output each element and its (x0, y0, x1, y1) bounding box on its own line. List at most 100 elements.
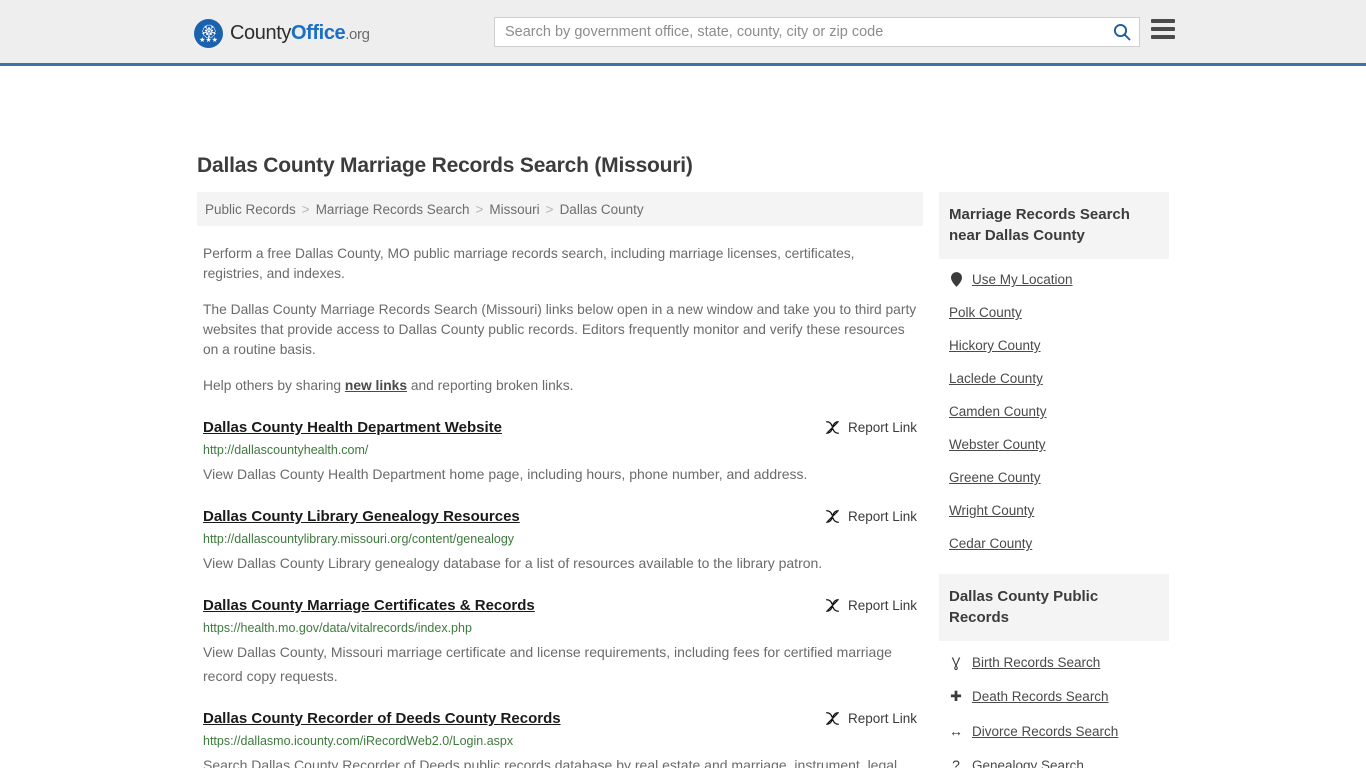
sidebar-record-item[interactable]: ↔ Divorce Records Search (939, 714, 1169, 748)
sidebar-nearby-link[interactable]: Use My Location (972, 272, 1073, 287)
intro-p3-before: Help others by sharing (203, 378, 345, 393)
sidebar-nearby-item[interactable]: Webster County (939, 428, 1169, 461)
sidebar-record-link[interactable]: Birth Records Search (972, 655, 1100, 670)
sidebar-nearby-link[interactable]: Laclede County (949, 371, 1043, 386)
report-link-label: Report Link (847, 711, 917, 726)
sidebar-record-item[interactable]: ? Genealogy Search (939, 748, 1169, 768)
site-header: 🏵 ★★★ CountyOffice.org (0, 0, 1366, 66)
broken-link-icon (826, 510, 839, 523)
sidebar-nearby-item[interactable]: Greene County (939, 461, 1169, 494)
result-item: Dallas County Recorder of Deeds County R… (203, 709, 917, 768)
intro-p3-after: and reporting broken links. (407, 378, 574, 393)
report-link-button[interactable]: Report Link (824, 596, 917, 614)
report-link-button[interactable]: Report Link (824, 709, 917, 727)
split-arrows-icon: ↔ (949, 723, 963, 739)
report-link-button[interactable]: Report Link (824, 507, 917, 525)
logo-text: CountyOffice.org (230, 22, 370, 45)
logo-text-org: .org (345, 26, 370, 43)
baby-icon: Ɣ (951, 654, 961, 670)
sidebar-nearby-link[interactable]: Greene County (949, 470, 1041, 485)
result-url: https://dallasmo.icounty.com/iRecordWeb2… (203, 734, 514, 748)
intro-paragraph-2: The Dallas County Marriage Records Searc… (203, 302, 917, 357)
sidebar-nearby-item[interactable]: Laclede County (939, 362, 1169, 395)
sidebar-nearby-list: Use My Location Polk County Hickory County… (939, 259, 1169, 560)
sidebar-public-records-heading: Dallas County Public Records (939, 574, 1169, 641)
sidebar-record-item[interactable]: ✚ Death Records Search (939, 679, 1169, 714)
sidebar-record-item[interactable]: Ɣ Birth Records Search (939, 645, 1169, 679)
sidebar-record-link[interactable]: Genealogy Search (972, 758, 1084, 768)
sidebar-nearby-link[interactable]: Camden County (949, 404, 1047, 419)
search-input[interactable] (495, 18, 1105, 46)
result-description: View Dallas County, Missouri marriage ce… (203, 644, 892, 684)
sidebar-nearby-item[interactable]: Wright County (939, 494, 1169, 527)
search-icon (1113, 23, 1131, 41)
intro-text: Perform a free Dallas County, MO public … (197, 244, 923, 396)
search-button[interactable] (1105, 18, 1139, 46)
report-link-label: Report Link (847, 598, 917, 613)
breadcrumb-item-2[interactable]: Missouri (489, 202, 539, 217)
page-title: Dallas County Marriage Records Search (M… (197, 154, 693, 177)
result-url: http://dallascountyhealth.com/ (203, 443, 369, 457)
report-link-label: Report Link (847, 509, 917, 524)
result-description: View Dallas County Health Department hom… (203, 466, 808, 482)
sidebar-nearby-item[interactable]: Use My Location (939, 263, 1169, 296)
sidebar-nearby-item[interactable]: Hickory County (939, 329, 1169, 362)
search-box (494, 17, 1140, 47)
map-pin-icon (949, 272, 963, 287)
question-mark-icon: ? (952, 757, 960, 768)
sidebar-panel-public-records: Dallas County Public Records Ɣ Birth Reco… (939, 574, 1169, 768)
hamburger-menu-icon[interactable] (1151, 19, 1175, 39)
sidebar-nearby-item[interactable]: Polk County (939, 296, 1169, 329)
broken-link-icon (826, 712, 839, 725)
result-header: Dallas County Health Department Website R… (203, 418, 917, 438)
sidebar-panel-nearby: Marriage Records Search near Dallas Coun… (939, 192, 1169, 560)
sidebar-record-link[interactable]: Divorce Records Search (972, 724, 1118, 739)
sidebar: Marriage Records Search near Dallas Coun… (939, 192, 1169, 768)
result-title-link[interactable]: Dallas County Recorder of Deeds County R… (203, 709, 561, 729)
sidebar-nearby-link[interactable]: Polk County (949, 305, 1022, 320)
breadcrumb-item-3[interactable]: Dallas County (560, 202, 644, 217)
eagle-shield-icon: 🏵 ★★★ (194, 19, 223, 48)
result-item: Dallas County Marriage Certificates & Re… (203, 596, 917, 688)
report-link-label: Report Link (847, 420, 917, 435)
intro-paragraph-1: Perform a free Dallas County, MO public … (203, 246, 855, 281)
result-url: http://dallascountylibrary.missouri.org/… (203, 532, 515, 546)
report-link-button[interactable]: Report Link (824, 418, 917, 436)
sidebar-nearby-heading: Marriage Records Search near Dallas Coun… (939, 192, 1169, 259)
result-title-link[interactable]: Dallas County Health Department Website (203, 418, 502, 438)
main-content-column: Public Records > Marriage Records Search… (197, 192, 923, 768)
sidebar-nearby-item[interactable]: Camden County (939, 395, 1169, 428)
result-header: Dallas County Marriage Certificates & Re… (203, 596, 917, 616)
sidebar-record-link[interactable]: Death Records Search (972, 689, 1109, 704)
breadcrumb-item-0[interactable]: Public Records (205, 202, 296, 217)
result-description: View Dallas County Library genealogy dat… (203, 555, 823, 571)
sidebar-nearby-link[interactable]: Wright County (949, 503, 1034, 518)
result-description: Search Dallas County Recorder of Deeds p… (203, 757, 898, 768)
result-item: Dallas County Health Department Website R… (203, 418, 917, 486)
broken-link-icon (826, 421, 839, 434)
results-list: Dallas County Health Department Website R… (197, 418, 923, 768)
sidebar-nearby-item[interactable]: Cedar County (939, 527, 1169, 560)
breadcrumb: Public Records > Marriage Records Search… (197, 192, 923, 226)
result-header: Dallas County Library Genealogy Resource… (203, 507, 917, 527)
sidebar-nearby-link[interactable]: Webster County (949, 437, 1046, 452)
result-title-link[interactable]: Dallas County Library Genealogy Resource… (203, 507, 520, 527)
breadcrumb-separator: > (545, 201, 554, 217)
sidebar-nearby-link[interactable]: Hickory County (949, 338, 1041, 353)
intro-paragraph-3: Help others by sharing new links and rep… (203, 376, 917, 396)
logo-text-county: County (230, 22, 291, 44)
sidebar-nearby-link[interactable]: Cedar County (949, 536, 1032, 551)
breadcrumb-item-1[interactable]: Marriage Records Search (316, 202, 470, 217)
breadcrumb-separator: > (301, 201, 310, 217)
sidebar-public-records-list: Ɣ Birth Records Search ✚ Death Records Sear… (939, 641, 1169, 768)
breadcrumb-separator: > (475, 201, 484, 217)
result-header: Dallas County Recorder of Deeds County R… (203, 709, 917, 729)
result-item: Dallas County Library Genealogy Resource… (203, 507, 917, 575)
logo-text-office: Office (290, 22, 346, 44)
broken-link-icon (826, 599, 839, 612)
site-logo[interactable]: 🏵 ★★★ CountyOffice.org (194, 19, 370, 48)
result-title-link[interactable]: Dallas County Marriage Certificates & Re… (203, 596, 535, 616)
result-url: https://health.mo.gov/data/vitalrecords/… (203, 621, 472, 635)
cross-icon: ✚ (950, 688, 962, 704)
new-links-link[interactable]: new links (345, 378, 407, 393)
